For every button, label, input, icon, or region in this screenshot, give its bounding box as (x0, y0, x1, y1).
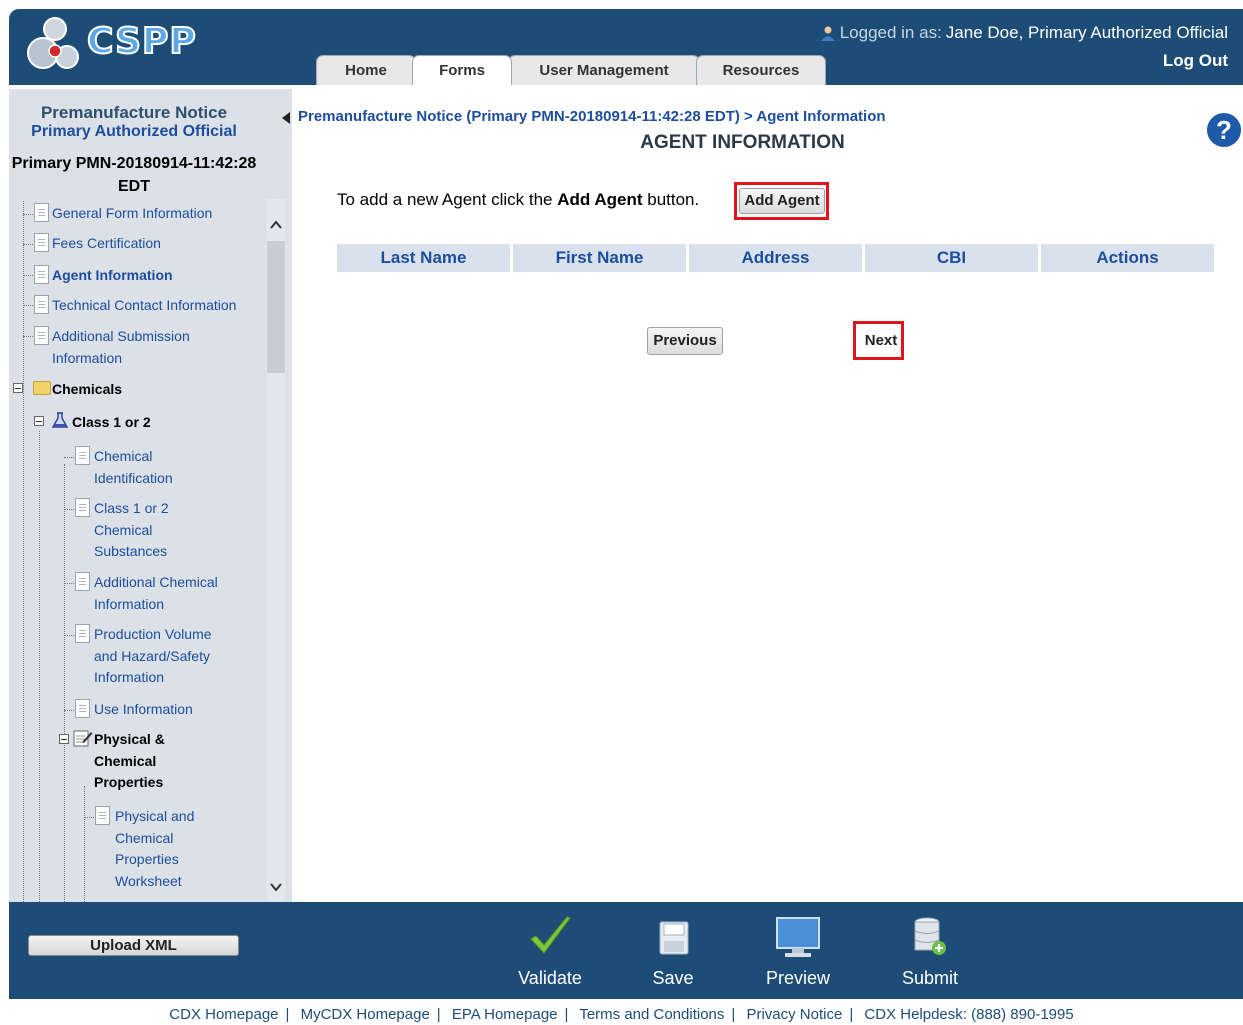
submit-label: Submit (901, 968, 959, 988)
checkmark-icon (530, 916, 571, 954)
user-name: Jane Doe, Primary Authorized Official (945, 23, 1228, 42)
sidebar-item-chemicals[interactable]: Chemicals (52, 379, 122, 401)
footer-link-terms[interactable]: Terms and Conditions (579, 1006, 724, 1023)
tab-user-management[interactable]: User Management (508, 55, 700, 85)
collapse-toggle[interactable] (13, 383, 23, 393)
next-button[interactable]: Next (861, 327, 901, 355)
sidebar-item-chemical-identification[interactable]: Chemical Identification (94, 446, 194, 489)
help-icon[interactable]: ? (1207, 113, 1241, 147)
logged-in-label: Logged in as: (839, 23, 942, 42)
sidebar-scrollbar[interactable] (266, 199, 286, 902)
flask-icon (52, 412, 68, 428)
footer-link-cdx[interactable]: CDX Homepage (169, 1006, 278, 1023)
previous-button[interactable]: Previous (647, 327, 723, 355)
document-icon (75, 624, 90, 643)
document-icon (95, 806, 110, 825)
sidebar-item-production-volume[interactable]: Production Volume and Hazard/Safety Info… (94, 624, 226, 689)
app-name: CSPP (86, 20, 197, 63)
user-icon (820, 26, 835, 41)
collapse-toggle[interactable] (59, 734, 69, 744)
document-icon (75, 498, 90, 517)
document-icon (75, 446, 90, 465)
sidebar-item-class-1-or-2-substances[interactable]: Class 1 or 2 Chemical Substances (94, 498, 184, 563)
document-icon (34, 265, 49, 284)
tab-resources[interactable]: Resources (696, 55, 826, 85)
chevron-down-icon[interactable] (268, 879, 284, 895)
sidebar-title: Premanufacture Notice (40, 103, 228, 122)
collapse-sidebar-icon[interactable] (282, 112, 290, 124)
tab-home[interactable]: Home (316, 55, 416, 85)
column-address: Address (689, 244, 862, 272)
scroll-thumb[interactable] (267, 241, 285, 373)
app-header: CSPP Logged in as: Jane Doe, Primary Aut… (9, 9, 1243, 85)
main-nav-tabs: Home Forms User Management Resources (316, 55, 826, 85)
add-agent-button[interactable]: Add Agent (739, 188, 825, 214)
sidebar-item-physical-chemical[interactable]: Physical & Chemical Properties (94, 729, 204, 794)
footer-link-privacy[interactable]: Privacy Notice (746, 1006, 842, 1023)
column-cbi: CBI (865, 244, 1038, 272)
sidebar-role: Primary Authorized Official (31, 123, 237, 140)
preview-label: Preview (765, 968, 831, 988)
footer-link-mycdx[interactable]: MyCDX Homepage (301, 1006, 430, 1023)
document-icon (34, 326, 49, 345)
agents-table-header: Last Name First Name Address CBI Actions (337, 244, 1214, 272)
preview-button[interactable]: Preview (753, 912, 843, 997)
validate-button[interactable]: Validate (505, 912, 595, 997)
collapse-toggle[interactable] (34, 416, 44, 426)
sidebar-item-class-1-or-2[interactable]: Class 1 or 2 (72, 412, 151, 434)
sidebar-item-use-information[interactable]: Use Information (94, 699, 193, 721)
footer-link-helpdesk[interactable]: CDX Helpdesk: (888) 890-1995 (864, 1006, 1073, 1023)
sidebar-item-additional-submission[interactable]: Additional Submission Information (52, 326, 232, 369)
navigation-tree: General Form Information Fees Certificat… (9, 201, 257, 902)
validate-label: Validate (518, 968, 582, 988)
document-icon (34, 203, 49, 222)
bottom-toolbar: Upload XML Validate Save Preview Submit (9, 902, 1243, 999)
document-icon (75, 699, 90, 718)
document-icon (75, 572, 90, 591)
sidebar-item-phys-chem-worksheet[interactable]: Physical and Chemical Properties Workshe… (115, 806, 205, 892)
cspp-logo[interactable]: CSPP (25, 15, 225, 73)
page-title: AGENT INFORMATION (640, 132, 845, 153)
sidebar-item-additional-chemical[interactable]: Additional Chemical Information (94, 572, 234, 615)
footer-links: CDX Homepage | MyCDX Homepage | EPA Homepa… (169, 1006, 1074, 1023)
sidebar-item-technical-contact[interactable]: Technical Contact Information (52, 295, 236, 317)
floppy-disk-icon (659, 921, 689, 955)
logged-in-status: Logged in as: Jane Doe, Primary Authoriz… (820, 23, 1228, 43)
submit-button[interactable]: Submit (885, 912, 975, 997)
database-submit-icon (914, 917, 946, 955)
column-actions: Actions (1041, 244, 1214, 272)
chevron-up-icon[interactable] (268, 217, 284, 233)
upload-xml-button[interactable]: Upload XML (28, 935, 239, 956)
column-first-name: First Name (513, 244, 686, 272)
sidebar-item-agent-information[interactable]: Agent Information (52, 265, 173, 287)
save-label: Save (652, 968, 694, 988)
column-last-name: Last Name (337, 244, 510, 272)
edit-form-icon (73, 730, 93, 747)
submission-id: Primary PMN-20180914-11:42:28 EDT (11, 155, 257, 195)
breadcrumb: Premanufacture Notice (Primary PMN-20180… (298, 108, 886, 125)
document-icon (34, 295, 49, 314)
logout-link[interactable]: Log Out (1163, 51, 1228, 71)
sidebar-header: Premanufacture Notice Primary Authorized… (9, 89, 292, 199)
tab-forms[interactable]: Forms (412, 55, 512, 85)
document-icon (34, 233, 49, 252)
monitor-icon (776, 917, 820, 957)
save-button[interactable]: Save (628, 912, 718, 997)
add-agent-instruction: To add a new Agent click the Add Agent b… (337, 190, 700, 209)
sidebar: Premanufacture Notice Primary Authorized… (9, 89, 292, 902)
folder-icon (33, 381, 51, 395)
molecule-logo-icon (27, 17, 79, 69)
sidebar-item-fees[interactable]: Fees Certification (52, 233, 161, 255)
sidebar-item-general-form[interactable]: General Form Information (52, 203, 212, 225)
footer-link-epa[interactable]: EPA Homepage (452, 1006, 558, 1023)
